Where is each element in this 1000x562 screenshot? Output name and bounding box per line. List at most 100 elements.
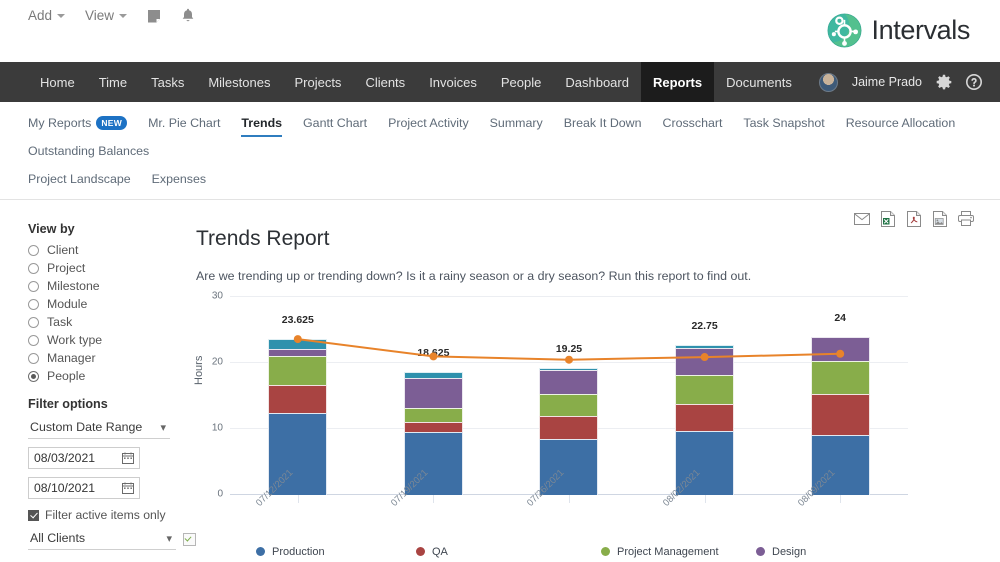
bar-column[interactable]: 19.25 07/26/2021 xyxy=(501,297,637,509)
stacked-bar[interactable] xyxy=(675,344,735,495)
report-tab-crosschart[interactable]: Crosschart xyxy=(663,111,734,139)
bar-segment-project-management[interactable] xyxy=(268,355,328,386)
bar-total-label: 19.25 xyxy=(555,342,583,355)
nav-item-documents[interactable]: Documents xyxy=(714,62,804,102)
nav-item-reports[interactable]: Reports xyxy=(640,62,715,102)
report-tab-trends[interactable]: Trends xyxy=(241,111,293,139)
filter-active-items-checkbox[interactable]: Filter active items only xyxy=(28,508,196,522)
report-tab-gantt-chart[interactable]: Gantt Chart xyxy=(303,111,378,139)
report-tab-label: Project Activity xyxy=(388,116,469,130)
legend-item-qa[interactable]: QA19.375 hours xyxy=(416,545,601,562)
print-icon[interactable] xyxy=(957,210,974,227)
radio-icon xyxy=(28,352,39,364)
bar-segment-design[interactable] xyxy=(268,349,328,356)
legend-item-project-management[interactable]: Project Management19.375 hours xyxy=(601,545,756,562)
bar-segment-qa[interactable] xyxy=(810,393,870,435)
view-by-option-people[interactable]: People xyxy=(28,369,196,383)
view-by-option-milestone[interactable]: Milestone xyxy=(28,279,196,293)
legend-color-dot xyxy=(256,547,265,556)
report-tab-label: Outstanding Balances xyxy=(28,144,150,158)
gear-icon[interactable] xyxy=(936,74,952,90)
bar-total-label: 23.625 xyxy=(281,314,314,327)
view-by-option-manager[interactable]: Manager xyxy=(28,351,196,365)
nav-item-people[interactable]: People xyxy=(489,62,553,102)
view-by-option-label: Manager xyxy=(47,351,96,365)
nav-item-home[interactable]: Home xyxy=(28,62,87,102)
bar-segment-design[interactable] xyxy=(539,370,599,395)
bar-segment-qa[interactable] xyxy=(268,385,328,413)
report-tab-resource-allocation[interactable]: Resource Allocation xyxy=(846,111,967,139)
nav-item-projects[interactable]: Projects xyxy=(282,62,353,102)
report-tab-expenses[interactable]: Expenses xyxy=(152,167,217,195)
clients-select[interactable]: All Clients ▾ xyxy=(28,528,176,550)
nav-item-dashboard[interactable]: Dashboard xyxy=(553,62,641,102)
bar-column[interactable]: 18.625 07/19/2021 xyxy=(366,297,502,509)
view-by-option-project[interactable]: Project xyxy=(28,261,196,275)
nav-item-time[interactable]: Time xyxy=(87,62,139,102)
y-axis-tick: 10 xyxy=(211,422,223,434)
stacked-bar[interactable] xyxy=(810,336,870,495)
nav-item-milestones[interactable]: Milestones xyxy=(196,62,282,102)
bar-segment-meeting[interactable] xyxy=(268,339,328,349)
image-export-icon[interactable] xyxy=(931,210,948,227)
note-icon[interactable] xyxy=(147,9,161,23)
add-menu-button[interactable]: Add xyxy=(28,8,66,23)
end-date-input[interactable]: 08/10/2021 xyxy=(28,477,140,499)
avatar[interactable] xyxy=(818,72,838,92)
report-tab-label: Gantt Chart xyxy=(303,116,368,130)
legend-series-name: QA xyxy=(432,546,448,558)
email-icon[interactable] xyxy=(853,210,870,227)
bar-segment-design[interactable] xyxy=(403,377,463,408)
pdf-export-icon[interactable] xyxy=(905,210,922,227)
view-by-option-label: Project xyxy=(47,261,86,275)
report-tab-summary[interactable]: Summary xyxy=(490,111,554,139)
export-toolbar xyxy=(853,210,974,227)
report-tab-mr-pie-chart[interactable]: Mr. Pie Chart xyxy=(148,111,231,139)
view-by-option-client[interactable]: Client xyxy=(28,243,196,257)
bar-segment-design[interactable] xyxy=(675,348,735,375)
legend-color-dot xyxy=(601,547,610,556)
report-tab-my-reports[interactable]: My Reports NEW xyxy=(28,111,138,139)
bar-segment-project-management[interactable] xyxy=(675,374,735,405)
report-tab-break-it-down[interactable]: Break It Down xyxy=(564,111,653,139)
help-icon[interactable] xyxy=(966,74,982,90)
chevron-down-icon: ▾ xyxy=(166,532,172,545)
bell-icon[interactable] xyxy=(181,8,195,23)
view-by-option-task[interactable]: Task xyxy=(28,315,196,329)
report-tab-project-landscape[interactable]: Project Landscape xyxy=(28,167,142,195)
legend-item-design[interactable]: Design16.875 hours xyxy=(756,545,836,562)
nav-item-invoices[interactable]: Invoices xyxy=(417,62,489,102)
report-tab-project-activity[interactable]: Project Activity xyxy=(388,111,480,139)
bar-segment-design[interactable] xyxy=(810,336,870,362)
view-menu-button[interactable]: View xyxy=(85,8,128,23)
bar-segment-project-management[interactable] xyxy=(539,394,599,416)
y-axis-tick: 0 xyxy=(217,488,223,500)
trends-report-page: Add View Intervals Home Time Tasks Miles… xyxy=(0,0,1000,562)
report-tab-task-snapshot[interactable]: Task Snapshot xyxy=(743,111,835,139)
bar-segment-qa[interactable] xyxy=(539,415,599,439)
bar-segment-qa[interactable] xyxy=(675,404,735,431)
date-range-select[interactable]: Custom Date Range ▾ xyxy=(28,417,170,439)
report-tab-outstanding-balances[interactable]: Outstanding Balances xyxy=(28,139,160,167)
user-name[interactable]: Jaime Prado xyxy=(852,75,922,89)
x-axis-tickmark xyxy=(568,495,570,503)
calendar-icon[interactable] xyxy=(122,482,134,494)
select-all-clients-icon[interactable] xyxy=(183,532,196,546)
report-tab-label: Summary xyxy=(489,116,543,130)
bar-segment-project-management[interactable] xyxy=(403,407,463,423)
bar-segment-project-management[interactable] xyxy=(810,361,870,394)
x-axis-tickmark xyxy=(704,495,706,503)
view-by-option-module[interactable]: Module xyxy=(28,297,196,311)
excel-export-icon[interactable] xyxy=(879,210,896,227)
bar-column[interactable]: 22.75 08/02/2021 xyxy=(637,297,773,509)
nav-item-tasks[interactable]: Tasks xyxy=(139,62,196,102)
calendar-icon[interactable] xyxy=(122,452,134,464)
bar-segment-qa[interactable] xyxy=(403,422,463,433)
view-by-option-work-type[interactable]: Work type xyxy=(28,333,196,347)
nav-item-clients[interactable]: Clients xyxy=(353,62,417,102)
start-date-input[interactable]: 08/03/2021 xyxy=(28,447,140,469)
legend-item-production[interactable]: Production49.375 hours xyxy=(256,545,416,562)
bar-column[interactable]: 24 08/09/2021 xyxy=(772,297,908,509)
stacked-bar[interactable] xyxy=(268,339,328,495)
bar-column[interactable]: 23.625 07/12/2021 xyxy=(230,297,366,509)
